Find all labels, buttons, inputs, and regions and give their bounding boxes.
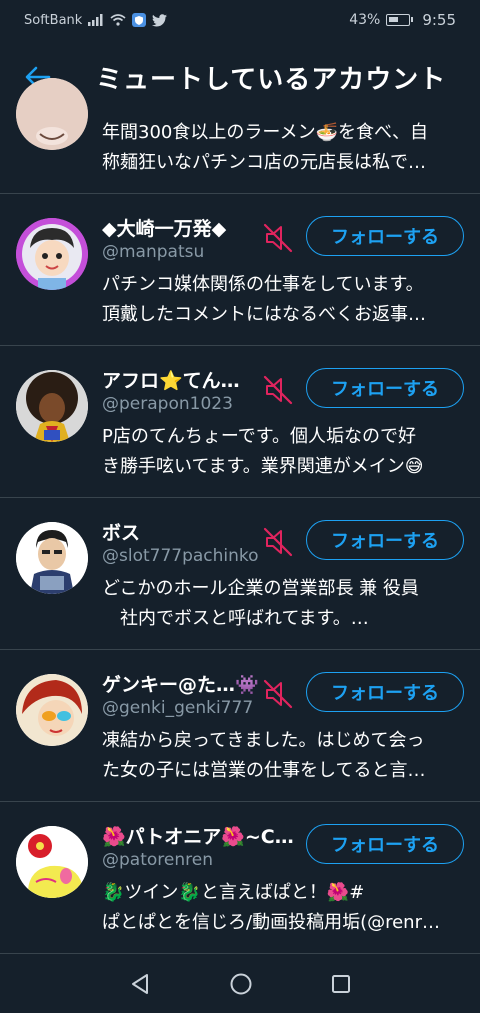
bio-line: た女の子には営業の仕事をしてると言… xyxy=(102,760,426,781)
account-handle: @genki_genki777 xyxy=(102,698,254,718)
status-left: SoftBank xyxy=(24,12,168,28)
avatar[interactable] xyxy=(16,78,88,150)
avatar[interactable] xyxy=(16,218,88,290)
system-nav-bar xyxy=(0,955,480,1013)
avatar[interactable] xyxy=(16,674,88,746)
status-bar: SoftBank 43% 9:55 xyxy=(0,0,480,40)
shield-app-icon xyxy=(132,13,147,27)
avatar[interactable] xyxy=(16,370,88,442)
battery-icon xyxy=(386,14,414,26)
account-bio: どこかのホール企業の営業部長 兼 役員 社内でボスと呼ばれてます。… xyxy=(102,574,462,634)
avatar[interactable] xyxy=(16,522,88,594)
back-triangle-icon[interactable] xyxy=(128,972,152,996)
signal-icon xyxy=(88,14,103,26)
bio-line: 社内でボスと呼ばれてます。… xyxy=(102,608,369,629)
muted-speaker-icon[interactable] xyxy=(262,222,294,254)
muted-speaker-icon[interactable] xyxy=(262,374,294,406)
account-bio: 🐉ツイン🐉と言えばぱと！🌺# ぱとぱとを信じろ/動画投稿用垢(@renr… xyxy=(102,878,462,938)
account-row[interactable]: ◆大崎一万発◆ @manpatsu フォローする パチンコ媒体関係の仕事をしてい… xyxy=(0,194,480,346)
account-handle: @manpatsu xyxy=(102,242,205,262)
bio-line: パチンコ媒体関係の仕事をしています。 xyxy=(102,274,424,295)
account-name: ゲンキー@た…👾 xyxy=(102,674,259,696)
bio-line: 凍結から戻ってきました。はじめて会っ xyxy=(102,730,425,751)
twitter-bird-icon xyxy=(152,13,168,26)
recents-square-icon[interactable] xyxy=(330,973,352,995)
bio-line: 年間300食以上のラーメン🍜を食べ、自 xyxy=(102,122,429,143)
follow-button[interactable]: フォローする xyxy=(306,216,464,256)
page-title: ミュートしているアカウント xyxy=(96,64,447,95)
account-row[interactable]: ゲンキー@た…👾 @genki_genki777 フォローする 凍結から戻ってき… xyxy=(0,650,480,802)
account-row[interactable]: 🌺パトオニア🌺~Co… @patorenren フォローする 🐉ツイン🐉と言えば… xyxy=(0,802,480,954)
account-name: 🌺パトオニア🌺~Co… xyxy=(102,826,302,848)
bio-line: 称麺狂いなパチンコ店の元店長は私で… xyxy=(102,152,426,173)
follow-button[interactable]: フォローする xyxy=(306,368,464,408)
account-handle: @slot777pachinko xyxy=(102,546,259,566)
account-handle: @patorenren xyxy=(102,850,213,870)
account-bio: 年間300食以上のラーメン🍜を食べ、自 称麺狂いなパチンコ店の元店長は私で… xyxy=(102,118,462,178)
account-handle: @perapon1023 xyxy=(102,394,233,414)
account-bio: パチンコ媒体関係の仕事をしています。 頂戴したコメントにはなるべくお返事… xyxy=(102,270,462,330)
bio-line: ぱとぱとを信じろ/動画投稿用垢(@renr… xyxy=(102,912,440,933)
account-row[interactable]: 年間300食以上のラーメン🍜を食べ、自 称麺狂いなパチンコ店の元店長は私で… xyxy=(0,78,480,194)
muted-speaker-icon[interactable] xyxy=(262,678,294,710)
bio-line: 頂戴したコメントにはなるべくお返事… xyxy=(102,304,426,325)
carrier-label: SoftBank xyxy=(24,12,83,28)
account-row[interactable]: アフロ⭐てん… @perapon1023 フォローする P店のてんちょーです。個… xyxy=(0,346,480,498)
home-circle-icon[interactable] xyxy=(229,972,253,996)
account-name: ボス xyxy=(102,522,141,544)
bio-line: P店のてんちょーです。個人垢なので好 xyxy=(102,426,416,447)
battery-percent: 43% xyxy=(349,12,381,28)
account-name: ◆大崎一万発◆ xyxy=(102,218,227,240)
bio-line: き勝手呟いてます。業界関連がメイン😅 xyxy=(102,456,424,477)
muted-accounts-list: 年間300食以上のラーメン🍜を食べ、自 称麺狂いなパチンコ店の元店長は私で… ◆… xyxy=(0,78,480,954)
account-bio: 凍結から戻ってきました。はじめて会っ た女の子には営業の仕事をしてると言… xyxy=(102,726,462,786)
avatar[interactable] xyxy=(16,826,88,898)
bio-line: 🐉ツイン🐉と言えばぱと！🌺# xyxy=(102,882,365,903)
account-row[interactable]: ボス @slot777pachinko フォローする どこかのホール企業の営業部… xyxy=(0,498,480,650)
status-right: 43% 9:55 xyxy=(349,11,456,29)
wifi-icon xyxy=(110,14,126,26)
bio-line: どこかのホール企業の営業部長 兼 役員 xyxy=(102,578,419,599)
account-name: アフロ⭐てん… xyxy=(102,370,240,392)
follow-button[interactable]: フォローする xyxy=(306,520,464,560)
follow-button[interactable]: フォローする xyxy=(306,672,464,712)
account-bio: P店のてんちょーです。個人垢なので好 き勝手呟いてます。業界関連がメイン😅 xyxy=(102,422,462,482)
muted-speaker-icon[interactable] xyxy=(262,526,294,558)
clock: 9:55 xyxy=(422,11,456,29)
follow-button[interactable]: フォローする xyxy=(306,824,464,864)
